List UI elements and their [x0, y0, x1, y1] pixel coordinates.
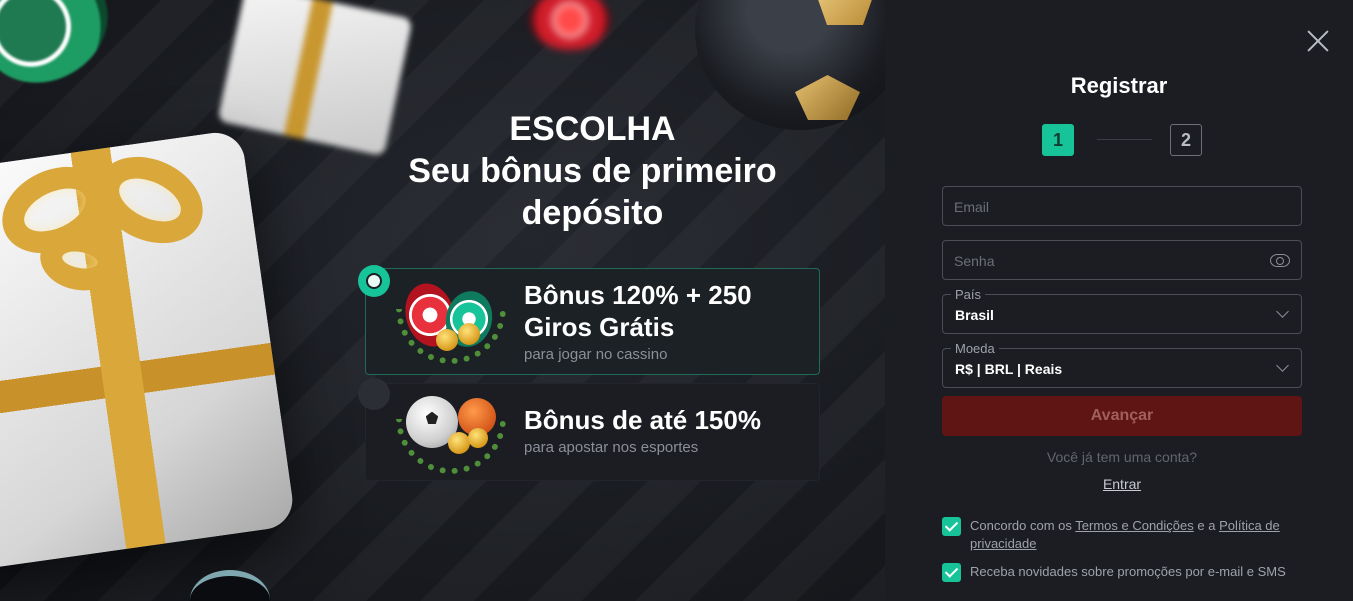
- gift-bow-decoration: [0, 130, 217, 320]
- registration-panel: Registrar 1 2 Email Senha País Brasil Mo…: [885, 0, 1353, 601]
- have-account-text: Você já tem uma conta?: [1046, 449, 1198, 465]
- bonus-option-subtitle: para apostar nos esportes: [524, 439, 699, 456]
- chevron-down-icon: [1276, 359, 1289, 372]
- country-value: Brasil: [955, 307, 994, 323]
- password-placeholder: Senha: [954, 253, 995, 269]
- bonus-option-subtitle: para jogar no cassino: [524, 346, 668, 363]
- casino-chips-coins-icon: [396, 277, 506, 364]
- cup-decoration: [190, 570, 270, 601]
- bonus-promo-area: ESCOLHA Seu bônus de primeiro depósito B…: [0, 0, 885, 601]
- currency-select[interactable]: Moeda R$ | BRL | Reais: [942, 341, 1302, 388]
- currency-value: R$ | BRL | Reais: [955, 361, 1063, 377]
- bonus-option-title: Bônus 120% + 250 Giros Grátis: [524, 280, 752, 342]
- registration-screen: ESCOLHA Seu bônus de primeiro depósito B…: [0, 0, 1353, 601]
- casino-chip-decoration: [530, 0, 610, 50]
- step-indicator-inactive: 2: [1170, 124, 1202, 156]
- headline-line: depósito: [521, 194, 664, 232]
- login-link[interactable]: Entrar: [885, 476, 1353, 492]
- radio-selected-icon[interactable]: [358, 265, 390, 297]
- terms-mid: e a: [1193, 518, 1220, 533]
- panel-title: Registrar: [1070, 73, 1168, 98]
- email-placeholder: Email: [954, 199, 990, 215]
- sports-balls-icon: [396, 394, 506, 479]
- bonus-option-casino[interactable]: Bônus 120% + 250 Giros Grátis para jogar…: [358, 265, 820, 375]
- password-field[interactable]: Senha: [942, 240, 1302, 280]
- step-indicator-active: 1: [1042, 124, 1074, 156]
- news-text: Receba novidades sobre promoções por e-m…: [970, 564, 1286, 579]
- news-checkbox[interactable]: [942, 563, 961, 582]
- headline-line: ESCOLHA: [509, 110, 676, 148]
- currency-label: Moeda: [951, 341, 999, 356]
- headline-line: Seu bônus de primeiro: [408, 152, 777, 190]
- casino-chip-decoration: [0, 0, 129, 106]
- step-divider: [1097, 139, 1152, 140]
- submit-button[interactable]: Avançar: [942, 396, 1302, 436]
- close-icon[interactable]: [1307, 30, 1329, 52]
- promo-headline: ESCOLHA Seu bônus de primeiro depósito: [365, 108, 820, 234]
- terms-text: Concordo com os Termos e Condições e a P…: [970, 517, 1310, 553]
- eye-icon[interactable]: [1270, 254, 1290, 267]
- chevron-down-icon: [1276, 305, 1289, 318]
- terms-checkbox[interactable]: [942, 517, 961, 536]
- country-select[interactable]: País Brasil: [942, 287, 1302, 334]
- bonus-option-title: Bônus de até 150%: [524, 405, 761, 435]
- terms-link[interactable]: Termos e Condições: [1075, 518, 1194, 533]
- radio-unselected-icon[interactable]: [358, 378, 390, 410]
- email-field[interactable]: Email: [942, 186, 1302, 226]
- terms-prefix: Concordo com os: [970, 518, 1076, 533]
- country-label: País: [951, 287, 986, 302]
- bonus-option-sports[interactable]: Bônus de até 150% para apostar nos espor…: [358, 378, 820, 481]
